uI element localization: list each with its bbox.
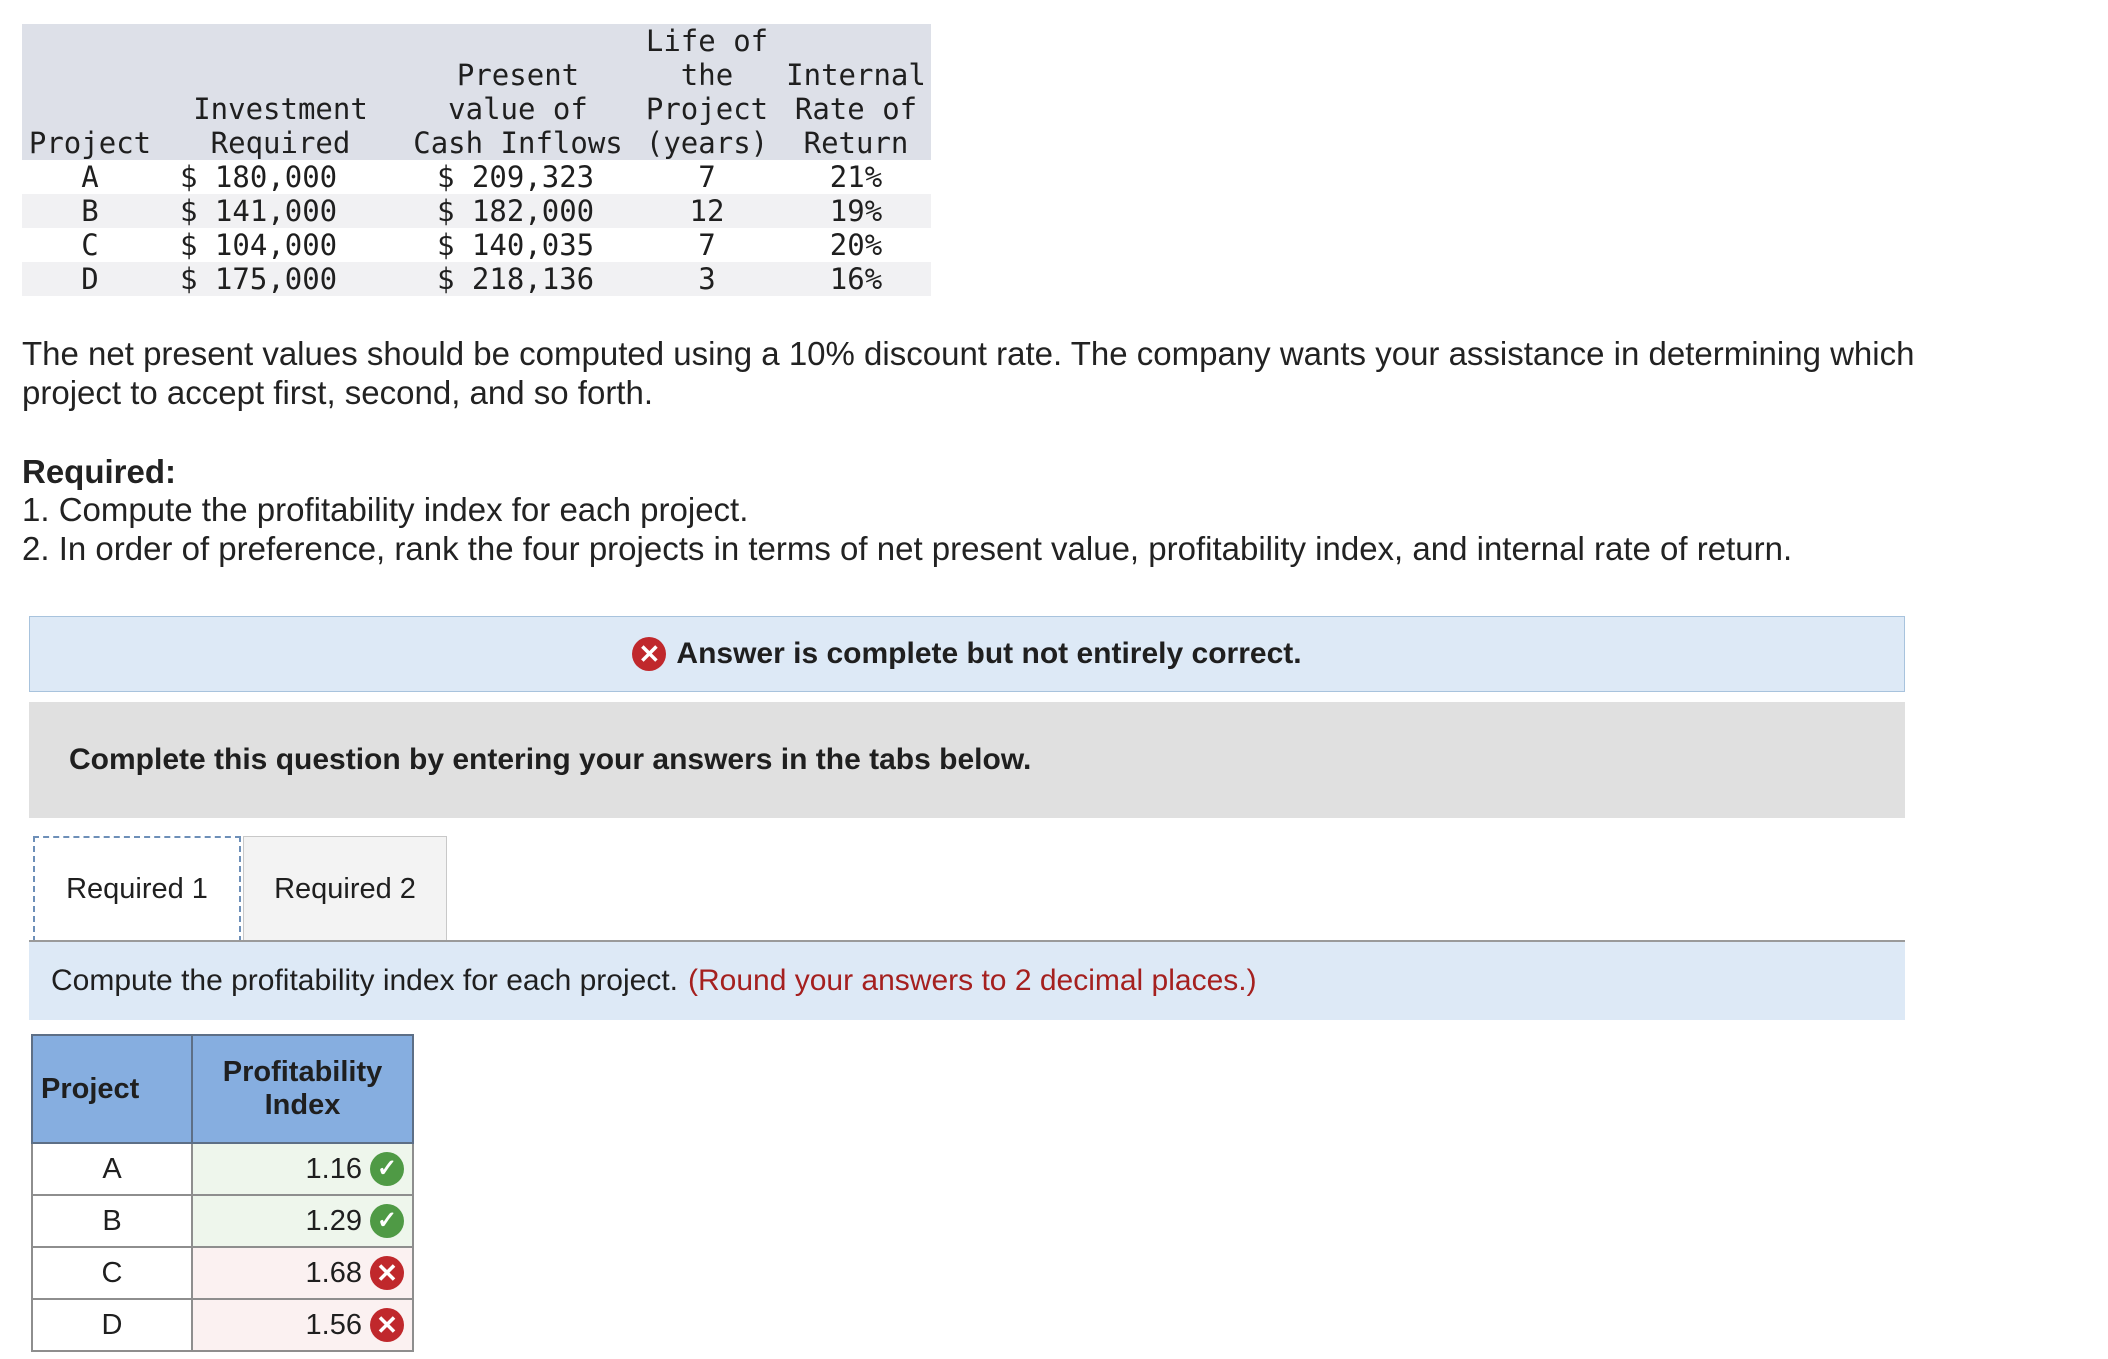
pi-col-header-index: Profitability Index xyxy=(191,1034,414,1144)
check-circle-icon: ✓ xyxy=(370,1152,404,1186)
cell-project: B xyxy=(22,194,158,228)
cell-irr: 21% xyxy=(829,160,883,194)
col-header-investment: Investment Required xyxy=(158,24,403,160)
pi-value-text: 1.16 xyxy=(305,1152,362,1185)
col-header-life: Life of the Project (years) xyxy=(633,24,781,160)
cell-present-value: $ 209,323 xyxy=(437,160,595,194)
cell-present-value: $ 182,000 xyxy=(403,194,633,228)
tab-label: Required 1 xyxy=(66,872,208,905)
cell-investment: $ 180,000 xyxy=(180,160,338,194)
pi-value-input[interactable]: 1.68 ✕ xyxy=(191,1246,414,1300)
answer-status-text: Answer is complete but not entirely corr… xyxy=(676,637,1302,670)
col-header-irr: Internal Rate of Return xyxy=(781,24,931,160)
project-data-table: Project Investment Required Present valu… xyxy=(22,24,931,296)
cell-life: 3 xyxy=(633,262,781,296)
table-row: B 1.29 ✓ xyxy=(31,1194,414,1248)
pi-value-text: 1.68 xyxy=(305,1256,362,1289)
cell-irr: 16% xyxy=(781,262,931,296)
cell-project: D xyxy=(22,262,158,296)
x-circle-icon: ✕ xyxy=(370,1308,404,1342)
cell-irr: 20% xyxy=(829,228,883,262)
cell-irr: 19% xyxy=(781,194,931,228)
intro-paragraph: The net present values should be compute… xyxy=(22,335,1915,411)
pi-value-text: 1.29 xyxy=(305,1204,362,1237)
tab-required-1[interactable]: Required 1 xyxy=(33,836,241,942)
pi-project-cell: C xyxy=(31,1246,193,1300)
table-row: B $ 141,000 $ 182,000 12 19% xyxy=(22,194,931,228)
cell-investment: $ 104,000 xyxy=(180,228,338,262)
cell-project: A xyxy=(81,160,99,194)
instruction-text: Complete this question by entering your … xyxy=(69,743,1032,776)
col-header-project: Project xyxy=(22,24,158,160)
cell-life: 7 xyxy=(698,160,716,194)
pi-value-input[interactable]: 1.56 ✕ xyxy=(191,1298,414,1352)
tab-panel-prompt: Compute the profitability index for each… xyxy=(29,940,1905,1020)
pi-header-row: Project Profitability Index xyxy=(31,1034,414,1144)
cell-life: 12 xyxy=(633,194,781,228)
table-row: C $ 104,000 $ 140,035 7 20% xyxy=(22,228,931,262)
cell-investment: $ 141,000 xyxy=(158,194,403,228)
pi-value-text: 1.56 xyxy=(305,1308,362,1341)
instruction-box: Complete this question by entering your … xyxy=(29,702,1905,818)
answer-status-banner: ✕ Answer is complete but not entirely co… xyxy=(29,616,1905,692)
tab-required-2[interactable]: Required 2 xyxy=(243,836,447,942)
table-row: A $ 180,000 $ 209,323 7 21% xyxy=(22,160,931,194)
rounding-note: (Round your answers to 2 decimal places.… xyxy=(688,964,1257,997)
profitability-index-table: Project Profitability Index A 1.16 ✓ B 1… xyxy=(31,1034,414,1352)
pi-value-input[interactable]: 1.29 ✓ xyxy=(191,1194,414,1248)
table-row: A 1.16 ✓ xyxy=(31,1142,414,1196)
table-row: C 1.68 ✕ xyxy=(31,1246,414,1300)
table-header-row: Project Investment Required Present valu… xyxy=(22,24,931,160)
cell-present-value: $ 140,035 xyxy=(437,228,595,262)
x-circle-icon: ✕ xyxy=(632,637,667,671)
pi-project-cell: D xyxy=(31,1298,193,1352)
table-row: D $ 175,000 $ 218,136 3 16% xyxy=(22,262,931,296)
cell-present-value: $ 218,136 xyxy=(403,262,633,296)
pi-value-input[interactable]: 1.16 ✓ xyxy=(191,1142,414,1196)
col-header-present-value: Present value of Cash Inflows xyxy=(403,24,633,160)
cell-project: C xyxy=(81,228,99,262)
check-circle-icon: ✓ xyxy=(370,1204,404,1238)
x-circle-icon: ✕ xyxy=(370,1256,404,1290)
pi-col-header-project: Project xyxy=(31,1034,193,1144)
cell-life: 7 xyxy=(698,228,716,262)
pi-project-cell: B xyxy=(31,1194,193,1248)
required-item-1: 1. Compute the profitability index for e… xyxy=(22,491,749,528)
required-heading: Required: xyxy=(22,453,177,490)
prompt-text: Compute the profitability index for each… xyxy=(51,964,678,997)
required-item-2: 2. In order of preference, rank the four… xyxy=(22,530,1793,567)
table-row: D 1.56 ✕ xyxy=(31,1298,414,1352)
cell-investment: $ 175,000 xyxy=(158,262,403,296)
pi-project-cell: A xyxy=(31,1142,193,1196)
tab-label: Required 2 xyxy=(274,872,416,905)
